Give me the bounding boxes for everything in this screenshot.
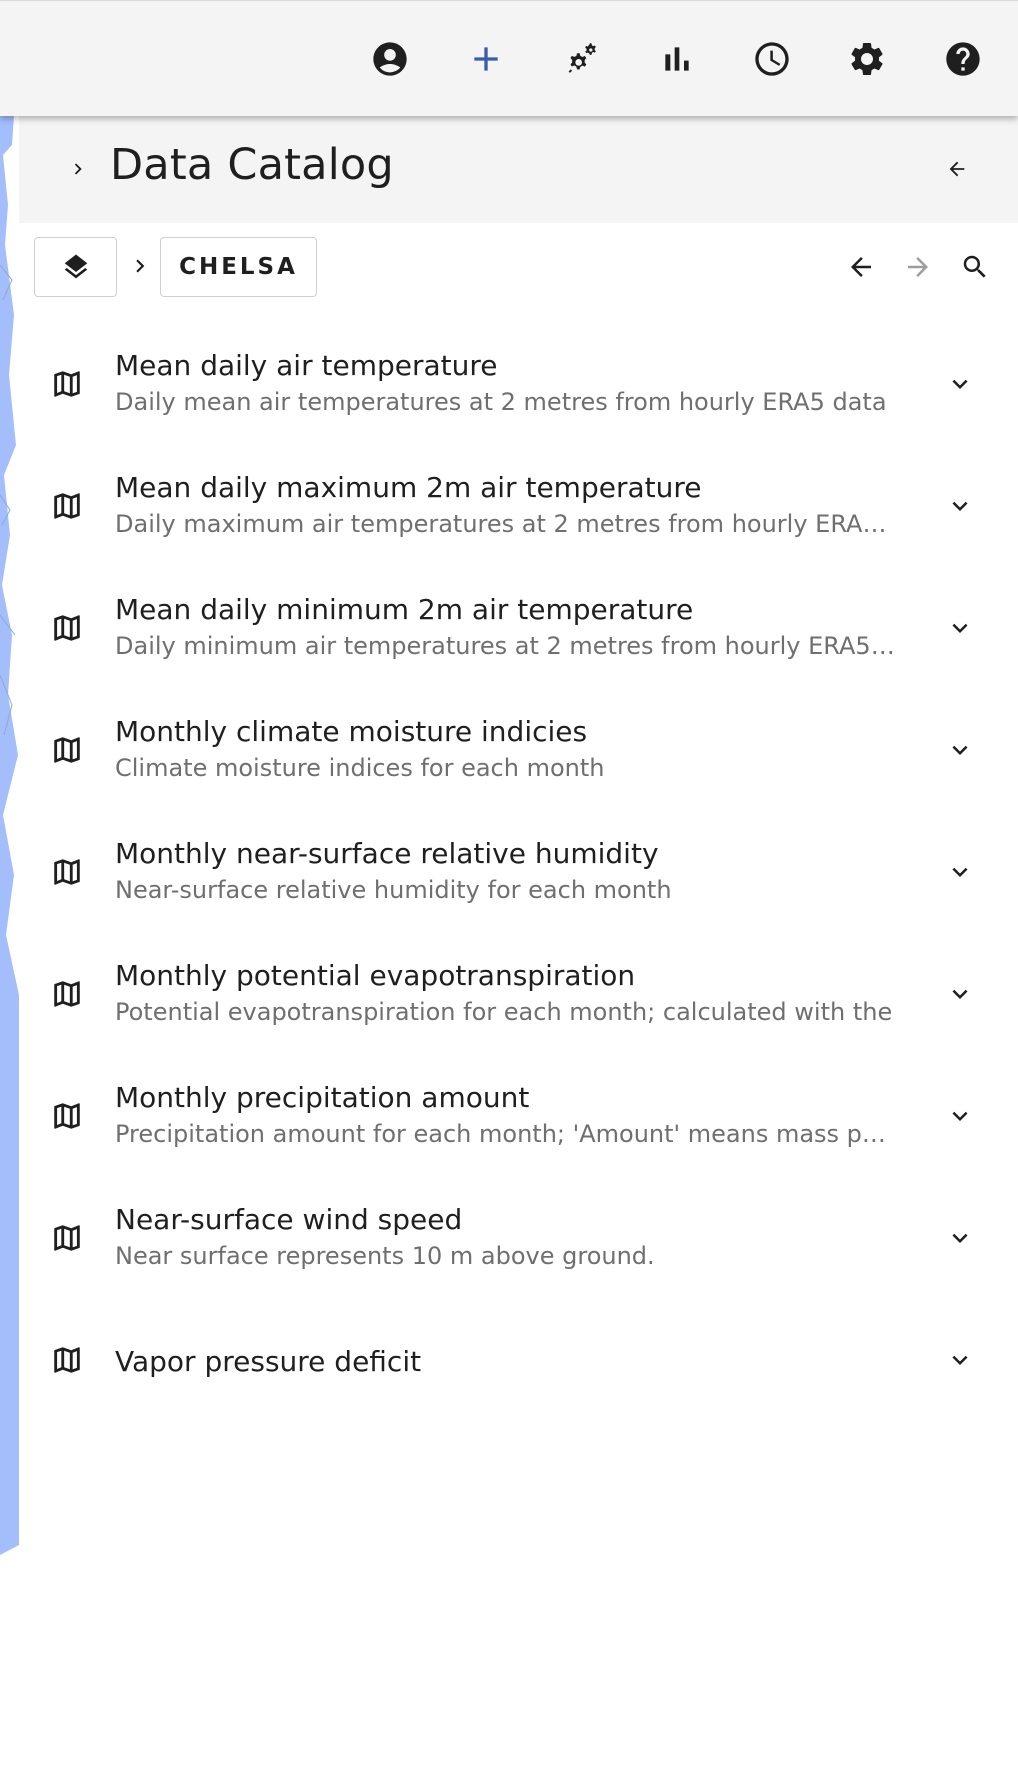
- chevron-down-icon: [952, 1111, 968, 1121]
- map-icon: [54, 859, 80, 885]
- expand-item-button[interactable]: [944, 368, 976, 400]
- add-icon: [474, 47, 498, 71]
- breadcrumb-root-button[interactable]: [34, 237, 117, 297]
- help-button[interactable]: [935, 31, 991, 87]
- breadcrumb-separator: [127, 251, 153, 281]
- map-icon: [54, 981, 80, 1007]
- back-button[interactable]: [841, 247, 881, 287]
- catalog-list: Mean daily air temperature Daily mean ai…: [19, 325, 1018, 1423]
- search-icon: [963, 255, 986, 278]
- map-icon: [54, 737, 80, 763]
- list-item[interactable]: Near-surface wind speed Near surface rep…: [19, 1179, 1018, 1301]
- list-item[interactable]: Monthly potential evapotranspiration Pot…: [19, 935, 1018, 1057]
- item-title: Vapor pressure deficit: [115, 1345, 422, 1378]
- chevron-down-icon: [952, 745, 968, 755]
- expand-item-button[interactable]: [944, 1344, 976, 1376]
- page-title: Data Catalog: [110, 140, 394, 190]
- item-description: Near surface represents 10 m above groun…: [115, 1242, 655, 1270]
- item-description: Daily maximum air temperatures at 2 metr…: [115, 510, 897, 538]
- breadcrumb-current[interactable]: CHELSA: [160, 237, 317, 297]
- chevron-down-icon: [952, 867, 968, 877]
- list-item[interactable]: Monthly climate moisture indicies Climat…: [19, 691, 1018, 813]
- account-button[interactable]: [362, 31, 418, 87]
- map-icon: [54, 615, 80, 641]
- map-icon: [54, 371, 80, 397]
- expand-item-button[interactable]: [944, 1222, 976, 1254]
- expand-item-button[interactable]: [944, 856, 976, 888]
- item-title: Near-surface wind speed: [115, 1203, 463, 1236]
- settings-button[interactable]: [839, 31, 895, 87]
- clock-icon: [755, 42, 789, 76]
- item-description: Daily mean air temperatures at 2 metres …: [115, 388, 887, 416]
- map-icon: [54, 1103, 80, 1129]
- list-item[interactable]: Mean daily minimum 2m air temperature Da…: [19, 569, 1018, 691]
- account-icon: [373, 42, 407, 76]
- chevron-down-icon: [952, 623, 968, 633]
- chevron-down-icon: [952, 989, 968, 999]
- list-item[interactable]: Monthly precipitation amount Precipitati…: [19, 1057, 1018, 1179]
- help-icon: [946, 42, 980, 76]
- item-description: Potential evapotranspiration for each mo…: [115, 998, 893, 1026]
- expand-item-button[interactable]: [944, 612, 976, 644]
- item-title: Monthly near-surface relative humidity: [115, 837, 659, 870]
- item-title: Monthly climate moisture indicies: [115, 715, 588, 748]
- list-item[interactable]: Mean daily maximum 2m air temperature Da…: [19, 447, 1018, 569]
- layers-icon: [64, 254, 87, 279]
- item-title: Monthly potential evapotranspiration: [115, 959, 636, 992]
- item-description: Precipitation amount for each month; 'Am…: [115, 1120, 897, 1148]
- expand-item-button[interactable]: [944, 1100, 976, 1132]
- forward-button[interactable]: [898, 247, 938, 287]
- processing-gears-icon: [568, 43, 596, 73]
- collapse-panel-button[interactable]: [941, 153, 973, 185]
- list-item[interactable]: Vapor pressure deficit: [19, 1301, 1018, 1423]
- arrow-forward-icon: [908, 257, 928, 277]
- chevron-down-icon: [952, 1233, 968, 1243]
- list-item[interactable]: Monthly near-surface relative humidity N…: [19, 813, 1018, 935]
- item-description: Daily minimum air temperatures at 2 metr…: [115, 632, 897, 660]
- top-toolbar: [0, 0, 1018, 116]
- list-item[interactable]: Mean daily air temperature Daily mean ai…: [19, 325, 1018, 447]
- processing-button[interactable]: [554, 31, 610, 87]
- arrow-back-icon: [949, 161, 965, 177]
- data-catalog-panel: Data Catalog CHELSA Mean daily air tempe…: [19, 115, 1018, 1792]
- expand-item-button[interactable]: [944, 978, 976, 1010]
- item-title: Mean daily minimum 2m air temperature: [115, 593, 694, 626]
- expand-item-button[interactable]: [944, 734, 976, 766]
- add-data-button[interactable]: [458, 31, 514, 87]
- settings-icon: [851, 42, 883, 75]
- map-view[interactable]: [0, 115, 19, 1792]
- search-button[interactable]: [955, 247, 995, 287]
- map-icon: [54, 493, 80, 519]
- map-icon: [54, 1225, 80, 1251]
- map-icon: [54, 1347, 80, 1373]
- panel-header: Data Catalog: [19, 115, 1018, 223]
- chevron-down-icon: [952, 501, 968, 511]
- statistics-icon: [665, 47, 689, 71]
- history-button[interactable]: [744, 31, 800, 87]
- item-description: Climate moisture indices for each month: [115, 754, 605, 782]
- chevron-right-icon: [74, 163, 82, 175]
- expand-panel-button[interactable]: [63, 151, 93, 187]
- expand-item-button[interactable]: [944, 490, 976, 522]
- item-description: Near-surface relative humidity for each …: [115, 876, 672, 904]
- chevron-down-icon: [952, 1355, 968, 1365]
- item-title: Mean daily air temperature: [115, 349, 498, 382]
- chevron-down-icon: [952, 379, 968, 389]
- statistics-button[interactable]: [649, 31, 705, 87]
- item-title: Monthly precipitation amount: [115, 1081, 530, 1114]
- arrow-back-icon: [851, 257, 871, 277]
- chevron-right-icon: [136, 259, 145, 273]
- item-title: Mean daily maximum 2m air temperature: [115, 471, 702, 504]
